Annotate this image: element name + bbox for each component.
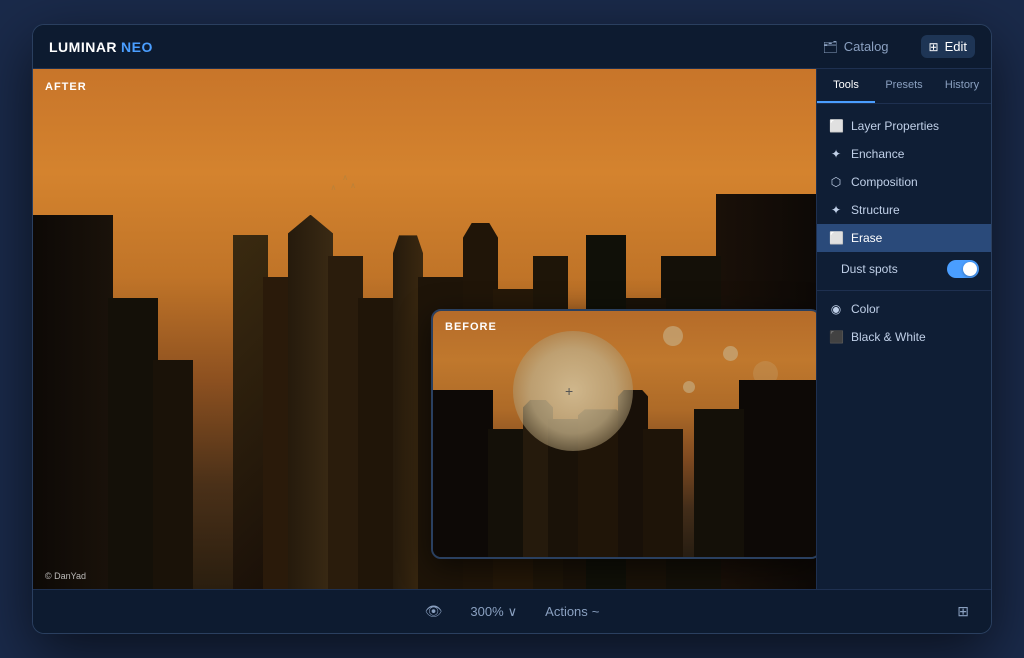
building-center-3	[288, 215, 333, 589]
dust-spots-toggle[interactable]	[947, 260, 979, 278]
eye-icon: 👁	[425, 603, 443, 620]
app-window: LUMINAR NEO 🗂 Catalog ⊞ Edit AFTER © Dan…	[32, 24, 992, 634]
panel-item-erase[interactable]: ⬜ Erase	[817, 224, 991, 252]
dust-spots-label: Dust spots	[841, 262, 939, 276]
panel-item-color[interactable]: ◉ Color	[817, 295, 991, 323]
enhance-label: Enchance	[851, 147, 904, 161]
panel-item-structure[interactable]: ✦ Structure	[817, 196, 991, 224]
structure-label: Structure	[851, 203, 900, 217]
before-building-8	[739, 380, 816, 557]
catalog-label: Catalog	[844, 39, 889, 54]
main-content: AFTER © DanYad	[33, 69, 991, 589]
before-image: +	[433, 311, 816, 557]
building-center-5	[358, 298, 398, 589]
right-panel: Tools Presets History ⬜ Layer Properties…	[816, 69, 991, 589]
before-building-9	[694, 409, 744, 557]
copyright-label: © DanYad	[45, 571, 86, 581]
zoom-label: 300%	[470, 604, 503, 619]
view-button[interactable]: 👁	[419, 599, 449, 624]
enhance-icon: ✦	[829, 147, 843, 161]
dust-spots-row: Dust spots	[817, 252, 991, 286]
panel-item-layer-properties[interactable]: ⬜ Layer Properties	[817, 112, 991, 140]
black-white-label: Black & White	[851, 330, 926, 344]
bird-2: ∧	[342, 173, 348, 182]
layer-properties-label: Layer Properties	[851, 119, 939, 133]
divider-1	[817, 290, 991, 291]
dust-spot-2	[723, 346, 738, 361]
panel-item-enhance[interactable]: ✦ Enchance	[817, 140, 991, 168]
layer-properties-icon: ⬜	[829, 119, 843, 133]
tab-history[interactable]: History	[933, 69, 991, 103]
windows-icon[interactable]: ⊞	[951, 599, 975, 624]
dust-circle: +	[513, 331, 633, 451]
tab-catalog[interactable]: 🗂 Catalog	[814, 35, 896, 58]
color-icon: ◉	[829, 302, 843, 316]
erase-label: Erase	[851, 231, 882, 245]
toolbar-right: ⊞	[927, 599, 975, 624]
bird-1: ∧	[331, 183, 337, 192]
actions-button[interactable]: Actions ~	[539, 600, 605, 623]
dust-spot-1	[663, 326, 683, 346]
catalog-icon: 🗂	[822, 40, 837, 54]
panel-item-composition[interactable]: ⬡ Composition	[817, 168, 991, 196]
crosshair-icon: +	[565, 383, 581, 399]
tab-tools[interactable]: Tools	[817, 69, 875, 103]
toolbar-center: 👁 300% ∨ Actions ~	[419, 599, 606, 624]
zoom-chevron-icon: ∨	[508, 604, 518, 620]
logo-neo: NEO	[121, 39, 153, 55]
tab-presets[interactable]: Presets	[875, 69, 933, 103]
before-building-2	[488, 429, 528, 557]
edit-icon: ⊞	[929, 40, 939, 54]
logo-luminar: LUMINAR	[49, 39, 117, 55]
before-building-1	[433, 390, 493, 557]
panel-tabs: Tools Presets History	[817, 69, 991, 104]
erase-icon: ⬜	[829, 231, 843, 245]
tab-edit[interactable]: ⊞ Edit	[921, 35, 975, 58]
after-label: AFTER	[45, 81, 87, 93]
edit-label: Edit	[945, 39, 967, 54]
bird-3: ∧	[350, 181, 356, 190]
structure-icon: ✦	[829, 203, 843, 217]
color-label: Color	[851, 302, 880, 316]
apple-icon[interactable]	[927, 608, 939, 616]
building-left-2	[108, 298, 158, 589]
app-logo: LUMINAR NEO	[49, 39, 153, 55]
zoom-control[interactable]: 300% ∨	[464, 600, 523, 624]
composition-label: Composition	[851, 175, 918, 189]
panel-item-black-white[interactable]: ⬛ Black & White	[817, 323, 991, 351]
composition-icon: ⬡	[829, 175, 843, 189]
black-white-icon: ⬛	[829, 330, 843, 344]
title-bar: LUMINAR NEO 🗂 Catalog ⊞ Edit	[33, 25, 991, 69]
toggle-knob	[963, 262, 977, 276]
before-label: BEFORE	[445, 321, 497, 333]
before-panel: BEFORE +	[431, 309, 816, 559]
building-left-3	[153, 360, 193, 589]
nav-tabs: 🗂 Catalog ⊞ Edit	[814, 35, 975, 58]
building-left-1	[33, 215, 113, 589]
before-building-7	[643, 429, 683, 557]
actions-chevron-icon: ~	[592, 604, 600, 619]
bottom-toolbar: 👁 300% ∨ Actions ~ ⊞	[33, 589, 991, 633]
panel-items-list: ⬜ Layer Properties ✦ Enchance ⬡ Composit…	[817, 104, 991, 589]
canvas-area[interactable]: AFTER © DanYad	[33, 69, 816, 589]
actions-label: Actions	[545, 604, 588, 619]
